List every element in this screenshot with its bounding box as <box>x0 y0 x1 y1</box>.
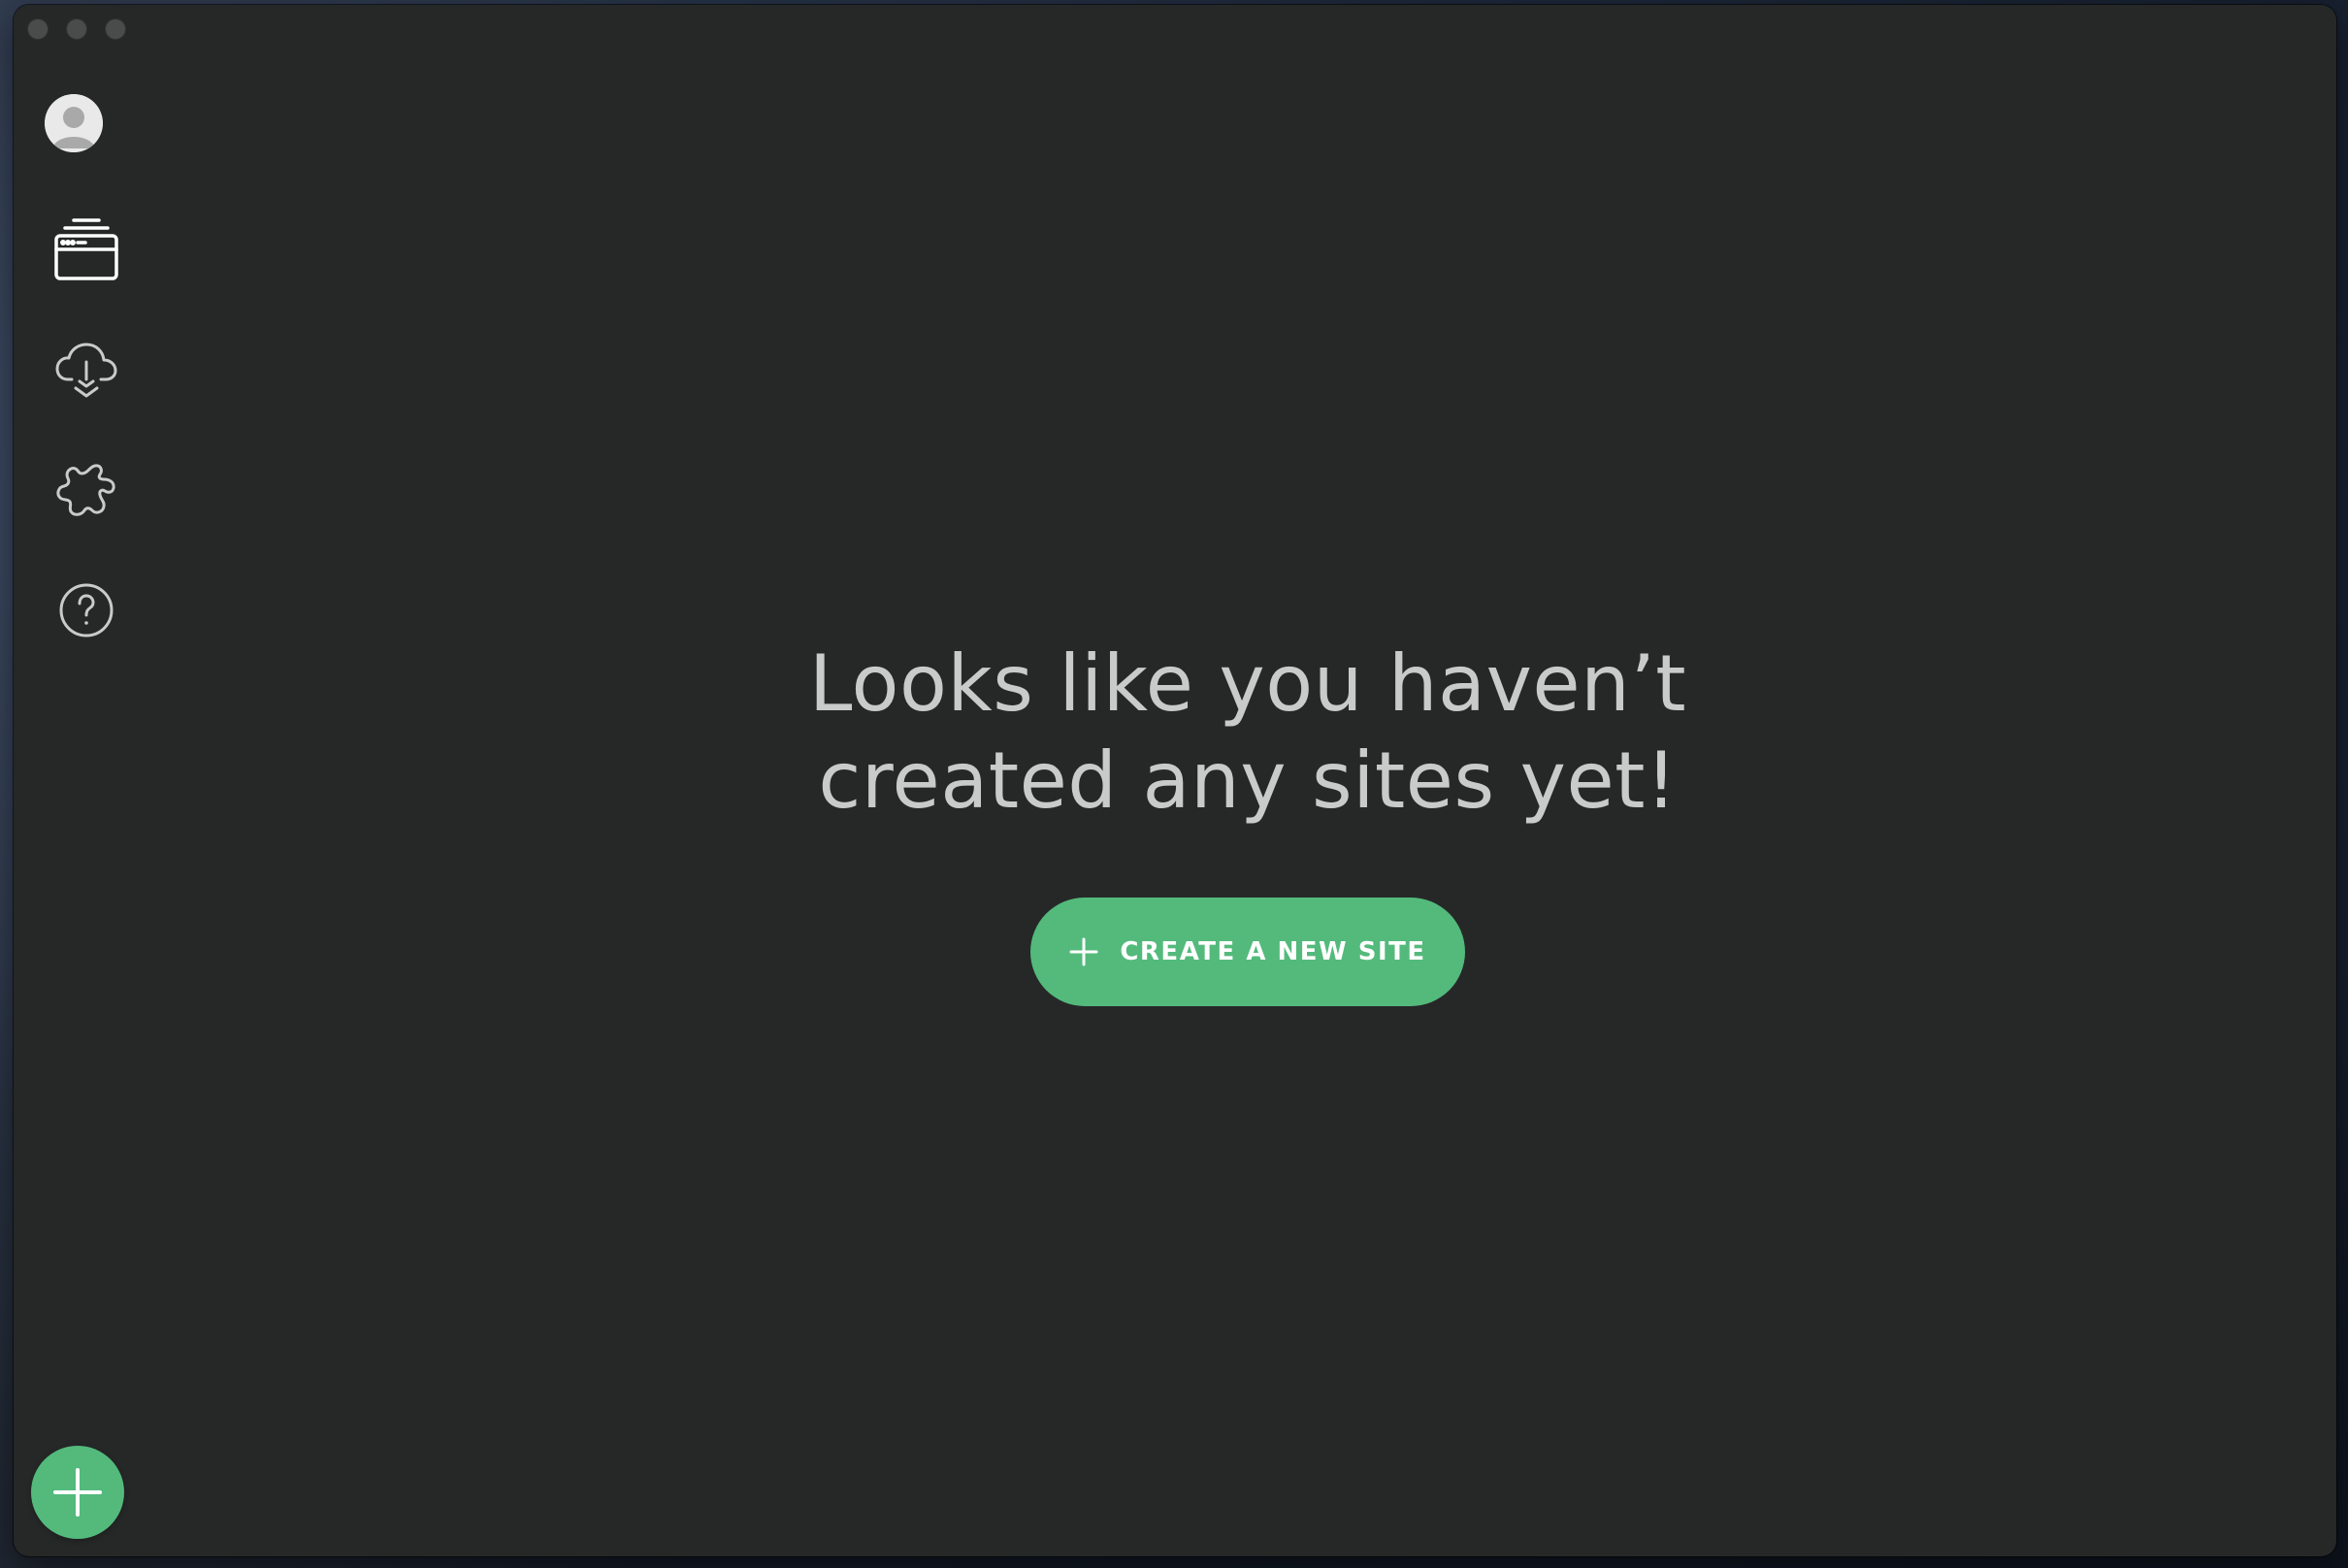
create-new-site-button[interactable]: CREATE A NEW SITE <box>1030 898 1465 1006</box>
puzzle-piece-icon <box>56 464 115 516</box>
main-content: Looks like you haven’t created any sites… <box>159 5 2336 1556</box>
sidebar-item-add-ons[interactable] <box>33 441 140 539</box>
sidebar-item-help[interactable] <box>33 562 140 659</box>
empty-state-headline-line-2: created any sites yet! <box>818 735 1678 826</box>
question-circle-icon <box>59 583 114 637</box>
sidebar-item-account[interactable] <box>45 94 103 152</box>
sidebar-item-sites[interactable] <box>33 201 140 298</box>
app-window: Looks like you haven’t created any sites… <box>14 5 2336 1556</box>
sidebar-item-connect[interactable] <box>33 321 140 418</box>
plus-icon <box>53 1468 102 1517</box>
empty-state-headline: Looks like you haven’t created any sites… <box>809 636 1686 830</box>
create-new-site-label: CREATE A NEW SITE <box>1120 937 1426 966</box>
cloud-download-icon <box>55 343 117 398</box>
browser-window-stack-icon <box>54 218 118 280</box>
empty-state: Looks like you haven’t created any sites… <box>159 636 2336 1006</box>
plus-icon <box>1069 937 1098 966</box>
empty-state-headline-line-1: Looks like you haven’t <box>808 638 1687 729</box>
user-avatar-icon <box>45 94 103 152</box>
sidebar-add-site-button[interactable] <box>31 1446 124 1539</box>
sidebar <box>14 5 159 1556</box>
